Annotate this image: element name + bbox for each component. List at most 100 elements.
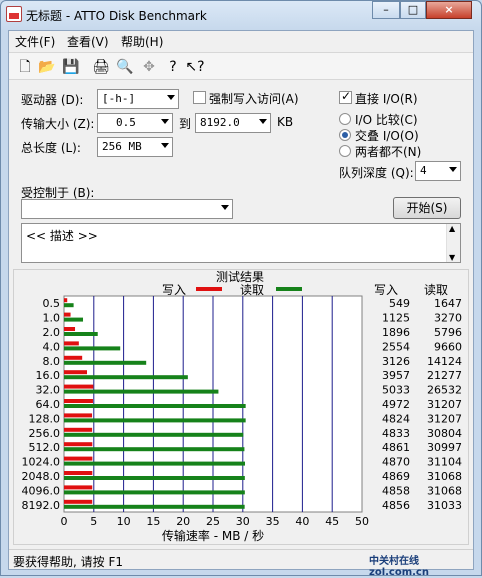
category-label: 128.0 (29, 412, 61, 425)
minimize-button[interactable]: – (372, 1, 400, 19)
read-value: 31033 (427, 499, 462, 512)
total-length-value: 256 MB (102, 140, 142, 153)
drive-value: [-h-] (102, 92, 136, 105)
category-label: 0.5 (43, 297, 61, 310)
to-label: 到 (179, 117, 192, 131)
write-bar (64, 485, 93, 490)
write-value: 4972 (382, 398, 410, 411)
kb-label: KB (277, 115, 294, 129)
description-text: << 描述 >> (26, 229, 98, 243)
close-button[interactable]: × (426, 1, 472, 19)
transfer-from-select[interactable]: 0.5 (97, 113, 173, 133)
read-value: 9660 (434, 340, 462, 353)
force-write-label: 强制写入访问(A) (209, 92, 299, 106)
category-label: 1.0 (43, 312, 61, 325)
chevron-down-icon (161, 119, 169, 124)
transfer-to-select[interactable]: 8192.0 (195, 113, 271, 133)
print-icon[interactable]: 🖨 (91, 57, 111, 77)
read-value: 3270 (434, 312, 462, 325)
write-value: 1125 (382, 312, 410, 325)
io-compare-label: I/O 比较(C) (355, 113, 418, 127)
write-bar (64, 355, 83, 360)
maximize-button[interactable]: □ (400, 1, 426, 19)
open-icon[interactable]: 📂 (37, 57, 57, 77)
category-label: 4096.0 (22, 484, 61, 497)
menu-view[interactable]: 查看(V) (67, 33, 109, 50)
category-label: 64.0 (36, 398, 61, 411)
read-value: 31207 (427, 412, 462, 425)
x-tick-label: 20 (176, 515, 190, 528)
x-tick-label: 45 (325, 515, 339, 528)
write-value: 4858 (382, 484, 410, 497)
controlled-by-select[interactable] (21, 199, 233, 219)
total-length-label: 总长度 (L): (21, 141, 81, 155)
write-bar (64, 413, 93, 418)
x-tick-label: 35 (266, 515, 280, 528)
menu-file[interactable]: 文件(F) (15, 33, 55, 50)
io-compare-radio[interactable] (339, 113, 351, 125)
title-bar[interactable]: 无标题 - ATTO Disk Benchmark – □ × (0, 0, 482, 30)
read-value: 5796 (434, 326, 462, 339)
x-tick-label: 50 (355, 515, 369, 528)
read-bar (64, 504, 245, 509)
print-preview-icon[interactable]: 🔍 (115, 57, 135, 77)
read-bar (64, 317, 84, 322)
neither-label: 两者都不(N) (355, 145, 422, 159)
force-write-checkbox[interactable] (193, 91, 206, 104)
watermark-logo: 中关村在线 zol.com.cn (369, 556, 429, 578)
read-bar (64, 375, 188, 380)
x-tick-label: 10 (117, 515, 131, 528)
read-bar (64, 447, 245, 452)
x-tick-label: 15 (146, 515, 160, 528)
description-textarea[interactable]: << 描述 >> ▲ ▼ (21, 223, 461, 263)
app-icon (6, 6, 22, 22)
toolbar: 🗋 📂 💾 🖨 🔍 ✥ ? ↖? (9, 52, 473, 80)
chevron-down-icon (167, 95, 175, 100)
drive-select[interactable]: [-h-] (97, 89, 179, 109)
x-axis-label: 传输速率 - MB / 秒 (162, 528, 264, 543)
move-icon[interactable]: ✥ (139, 57, 159, 77)
read-bar (64, 461, 246, 466)
read-bar (64, 389, 219, 394)
queue-depth-select[interactable]: 4 (415, 161, 461, 181)
save-icon[interactable]: 💾 (61, 57, 81, 77)
total-length-select[interactable]: 256 MB (97, 137, 173, 157)
category-label: 512.0 (29, 441, 61, 454)
description-scrollbar[interactable]: ▲ ▼ (446, 224, 460, 262)
direct-io-checkbox[interactable]: ✓ (339, 89, 352, 104)
read-value: 14124 (427, 355, 462, 368)
write-value: 4833 (382, 427, 410, 440)
write-bar (64, 499, 93, 504)
scroll-down-icon[interactable]: ▼ (449, 253, 455, 262)
menu-help[interactable]: 帮助(H) (121, 33, 163, 50)
category-label: 1024.0 (22, 456, 61, 469)
category-label: 16.0 (36, 369, 61, 382)
x-tick-label: 25 (206, 515, 220, 528)
category-label: 4.0 (43, 340, 61, 353)
category-label: 8.0 (43, 355, 61, 368)
write-bar (64, 298, 68, 303)
read-bar (64, 476, 245, 480)
chevron-down-icon (221, 205, 229, 210)
category-label: 8192.0 (22, 499, 61, 512)
neither-radio[interactable] (339, 145, 351, 157)
read-bar (64, 432, 244, 437)
start-button[interactable]: 开始(S) (393, 197, 461, 219)
write-bar (64, 341, 79, 346)
write-bar (64, 327, 76, 331)
write-value: 3957 (382, 369, 410, 382)
drive-label: 驱动器 (D): (21, 93, 84, 107)
direct-io-label: 直接 I/O(R) (355, 92, 418, 106)
overlap-io-radio[interactable] (339, 129, 351, 141)
read-bar (64, 418, 246, 423)
read-bar (64, 404, 246, 408)
chevron-down-icon (449, 167, 457, 172)
write-value: 549 (389, 297, 410, 310)
scroll-up-icon[interactable]: ▲ (449, 224, 455, 233)
checkmark-icon: ✓ (341, 89, 352, 103)
menu-bar: 文件(F) 查看(V) 帮助(H) (9, 31, 473, 51)
new-icon[interactable]: 🗋 (15, 57, 35, 77)
context-help-icon[interactable]: ↖? (185, 57, 205, 77)
read-value: 31068 (427, 470, 462, 483)
help-icon[interactable]: ? (163, 57, 183, 77)
